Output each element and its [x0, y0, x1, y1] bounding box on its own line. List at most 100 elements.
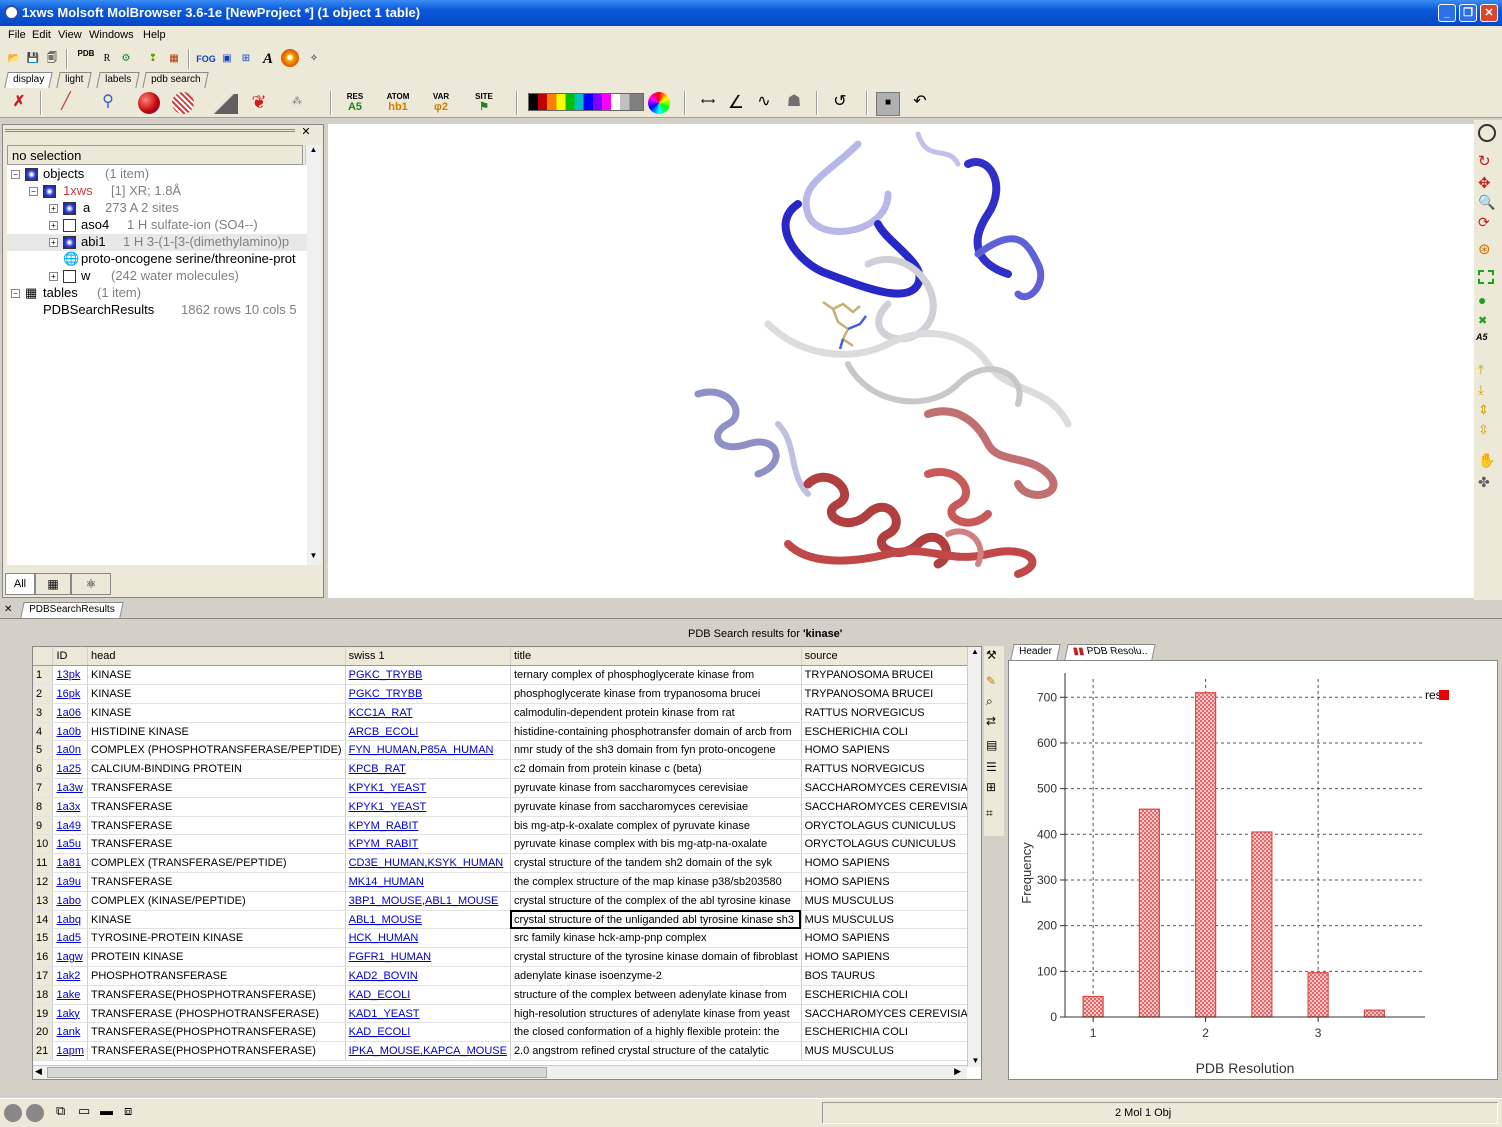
- column-header-title[interactable]: title: [510, 647, 802, 667]
- stick-icon[interactable]: ⚲: [96, 92, 120, 116]
- close-button[interactable]: ✕: [1480, 4, 1498, 22]
- row-number-cell[interactable]: 17: [33, 966, 54, 986]
- id-cell[interactable]: 1a49: [52, 816, 88, 836]
- label-icon[interactable]: A5: [1476, 332, 1488, 342]
- swiss-cell[interactable]: CD3E_HUMAN,KSYK_HUMAN: [345, 853, 511, 874]
- table-row[interactable]: 16 1agw PROTEIN KINASE FGFR1_HUMAN crystal s…: [33, 947, 981, 968]
- tree-item-1xws[interactable]: − 1xws [1] XR; 1.8Å: [7, 183, 307, 200]
- menu-edit[interactable]: Edit: [32, 29, 51, 41]
- tab-pdbsearchresults[interactable]: PDBSearchResults: [20, 602, 124, 618]
- scroll-down-icon[interactable]: ▼: [968, 1056, 981, 1065]
- head-cell[interactable]: TRANSFERASE: [87, 816, 346, 836]
- swiss-cell[interactable]: MK14_HUMAN: [345, 872, 511, 892]
- table-row[interactable]: 2 16pk KINASE PGKC_TRYBB phosphoglycerate ki…: [33, 684, 981, 704]
- table-row[interactable]: 12 1a9u TRANSFERASE MK14_HUMAN the complex s…: [33, 872, 981, 892]
- swiss-cell[interactable]: PGKC_TRYBB: [345, 684, 511, 704]
- row-number-cell[interactable]: 11: [33, 853, 54, 874]
- fullscreen-icon[interactable]: ⧈: [124, 1103, 132, 1119]
- undo-icon[interactable]: ↶: [908, 92, 932, 116]
- translate-icon[interactable]: ✥: [1478, 174, 1491, 192]
- head-cell[interactable]: PROTEIN KINASE: [87, 947, 346, 968]
- target-icon[interactable]: [1478, 124, 1496, 142]
- head-cell[interactable]: CALCIUM-BINDING PROTEIN: [87, 759, 346, 780]
- source-cell[interactable]: MUS MUSCULUS: [801, 1041, 981, 1062]
- row-number-cell[interactable]: 21: [33, 1041, 54, 1062]
- swiss-cell[interactable]: KPYK1_YEAST: [345, 797, 511, 817]
- row-number-cell[interactable]: 6: [33, 759, 54, 780]
- head-cell[interactable]: TRANSFERASE (PHOSPHOTRANSFERASE): [87, 1004, 346, 1024]
- table-row[interactable]: 6 1a25 CALCIUM-BINDING PROTEIN KPCB_RAT c2 d…: [33, 759, 981, 780]
- atom-label-button[interactable]: ATOM hb1: [386, 91, 410, 115]
- source-cell[interactable]: HOMO SAPIENS: [801, 928, 981, 949]
- table-row[interactable]: 5 1a0n COMPLEX (PHOSPHOTRANSFERASE/PEPTIDE…: [33, 740, 981, 761]
- source-cell[interactable]: RATTUS NORVEGICUS: [801, 759, 981, 780]
- puzzle-icon[interactable]: ✤: [1478, 474, 1490, 491]
- dot-surface-icon[interactable]: [172, 92, 194, 114]
- column-header-head[interactable]: head: [87, 647, 346, 667]
- center-icon[interactable]: ⊛: [1478, 240, 1491, 258]
- id-cell[interactable]: 1abq: [52, 910, 88, 930]
- grid-view-icon[interactable]: ⊞: [986, 780, 996, 794]
- maximize-button[interactable]: ❐: [1459, 4, 1477, 22]
- chain-visibility-checkbox[interactable]: [63, 236, 76, 249]
- id-cell[interactable]: 1apm: [52, 1041, 88, 1062]
- select-sphere-icon[interactable]: ●: [1478, 292, 1486, 308]
- menu-file[interactable]: File: [8, 29, 26, 41]
- histogram-bar[interactable]: [1363, 1009, 1385, 1018]
- head-cell[interactable]: COMPLEX (TRANSFERASE/PEPTIDE): [87, 853, 346, 874]
- tab-pdb-resolution[interactable]: ▮▮ PDB Resolu..: [1064, 644, 1156, 660]
- table-row[interactable]: 21 1apm TRANSFERASE(PHOSPHOTRANSFERASE) IPK…: [33, 1041, 981, 1062]
- title-cell[interactable]: crystal structure of the unliganded abl …: [510, 910, 802, 930]
- table-row[interactable]: 8 1a3x TRANSFERASE KPYK1_YEAST pyruvate kina…: [33, 797, 981, 817]
- swiss-cell[interactable]: KPYK1_YEAST: [345, 778, 511, 798]
- swiss-cell[interactable]: FGFR1_HUMAN: [345, 947, 511, 968]
- head-cell[interactable]: KINASE: [87, 684, 346, 704]
- clip-both-icon[interactable]: ⇕: [1478, 402, 1489, 418]
- table-row[interactable]: 7 1a3w TRANSFERASE KPYK1_YEAST pyruvate kina…: [33, 778, 981, 798]
- swiss-cell[interactable]: PGKC_TRYBB: [345, 665, 511, 686]
- histogram-bar[interactable]: [1082, 995, 1104, 1018]
- table-vscrollbar[interactable]: ▲ ▼: [967, 647, 981, 1067]
- id-cell[interactable]: 1ad5: [52, 928, 88, 949]
- id-cell[interactable]: 1aky: [52, 1004, 88, 1024]
- open-icon[interactable]: 📂: [4, 49, 24, 69]
- swiss-cell[interactable]: KPCB_RAT: [345, 759, 511, 780]
- column-header-source[interactable]: source: [801, 647, 981, 667]
- head-cell[interactable]: COMPLEX (PHOSPHOTRANSFERASE/PEPTIDE): [87, 740, 346, 761]
- source-cell[interactable]: BOS TAURUS: [801, 966, 981, 986]
- swiss-cell[interactable]: KAD2_BOVIN: [345, 966, 511, 986]
- title-cell[interactable]: src family kinase hck-amp-pnp complex: [510, 928, 802, 949]
- swiss-cell[interactable]: 3BP1_MOUSE,ABL1_MOUSE: [345, 891, 511, 911]
- title-cell[interactable]: high-resolution structures of adenylate …: [510, 1004, 802, 1024]
- id-cell[interactable]: 1a06: [52, 703, 88, 723]
- table-row[interactable]: 15 1ad5 TYROSINE-PROTEIN KINASE HCK_HUMAN sr…: [33, 928, 981, 949]
- site-label-button[interactable]: SITE ⚑: [472, 91, 496, 115]
- row-number-cell[interactable]: 8: [33, 797, 54, 817]
- source-cell[interactable]: ORYCTOLAGUS CUNICULUS: [801, 834, 981, 855]
- head-cell[interactable]: TRANSFERASE: [87, 778, 346, 798]
- tree-item-a[interactable]: + a 273 A 2 sites: [7, 200, 307, 217]
- 3d-viewer[interactable]: [328, 124, 1474, 598]
- tree-item-objects[interactable]: − objects (1 item): [7, 166, 307, 183]
- source-cell[interactable]: HOMO SAPIENS: [801, 872, 981, 892]
- tree-scrollbar[interactable]: ▲ ▼: [305, 145, 321, 565]
- filter-molecules-icon[interactable]: ⚛: [71, 573, 111, 595]
- table-row[interactable]: 20 1ank TRANSFERASE(PHOSPHOTRANSFERASE) KAD…: [33, 1022, 981, 1043]
- id-cell[interactable]: 1a3x: [52, 797, 88, 817]
- swiss-cell[interactable]: ARCB_ECOLI: [345, 722, 511, 742]
- row-number-cell[interactable]: 13: [33, 891, 54, 911]
- swiss-cell[interactable]: KPYM_RABIT: [345, 816, 511, 836]
- source-cell[interactable]: TRYPANOSOMA BRUCEI: [801, 684, 981, 704]
- window-icon[interactable]: ▭: [78, 1103, 90, 1119]
- rotate-icon[interactable]: ↻: [1478, 152, 1491, 170]
- menu-windows[interactable]: Windows: [89, 29, 134, 41]
- head-cell[interactable]: TRANSFERASE: [87, 797, 346, 817]
- link-icon[interactable]: ⇄: [986, 714, 996, 728]
- r-icon[interactable]: R: [97, 49, 117, 69]
- swiss-cell[interactable]: KAD1_YEAST: [345, 1004, 511, 1024]
- ribbon-icon[interactable]: ❦: [246, 92, 272, 116]
- source-cell[interactable]: HOMO SAPIENS: [801, 947, 981, 968]
- tab-light[interactable]: light: [56, 72, 93, 88]
- histogram-bar[interactable]: [1195, 692, 1217, 1018]
- source-cell[interactable]: MUS MUSCULUS: [801, 891, 981, 911]
